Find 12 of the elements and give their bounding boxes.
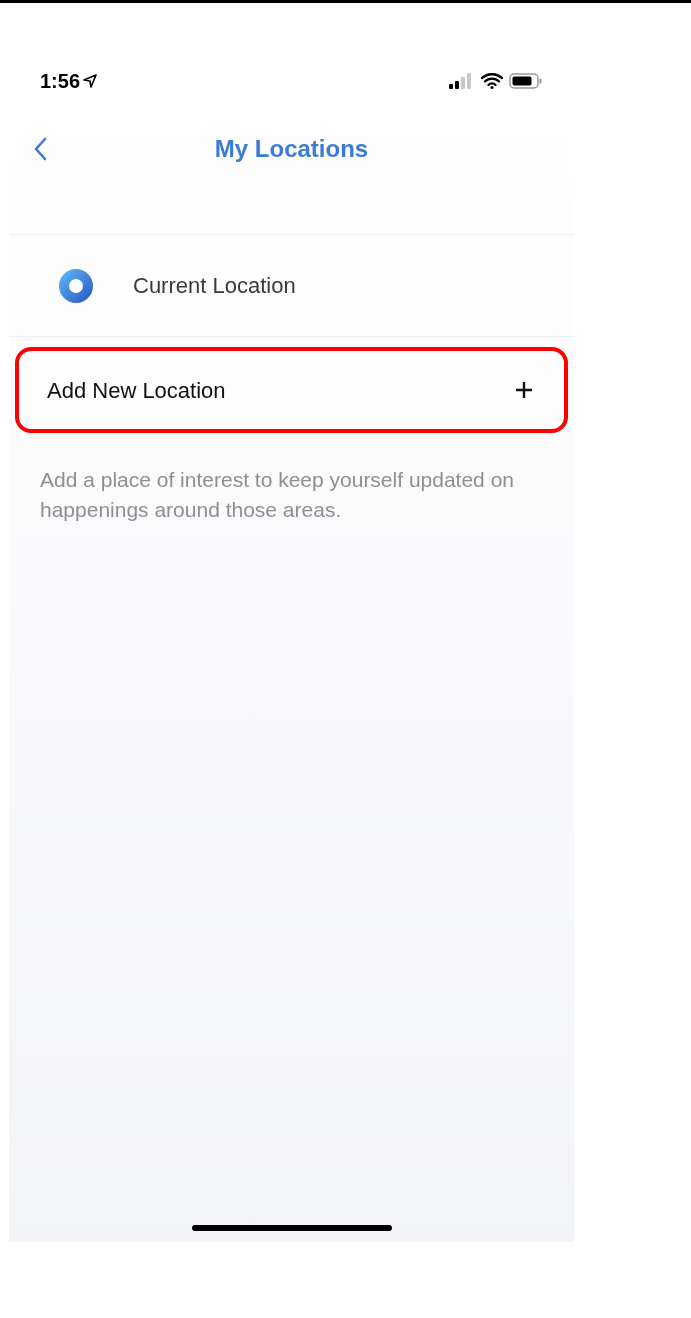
status-time: 1:56 xyxy=(40,69,81,94)
hint-text: Add a place of interest to keep yourself updated on happenings around those areas. xyxy=(39,467,515,523)
location-arrow-icon xyxy=(83,74,98,88)
location-row[interactable]: Current Location xyxy=(9,234,574,337)
location-dot-icon xyxy=(59,268,93,303)
add-location-row[interactable]: Add New Location xyxy=(15,347,568,433)
wifi-icon xyxy=(481,73,503,89)
location-label: Current Location xyxy=(133,272,296,300)
plus-icon[interactable] xyxy=(514,380,534,400)
battery-icon xyxy=(509,73,543,89)
screen-title: My Locations xyxy=(214,134,369,164)
location-label: Add New Location xyxy=(47,376,226,405)
